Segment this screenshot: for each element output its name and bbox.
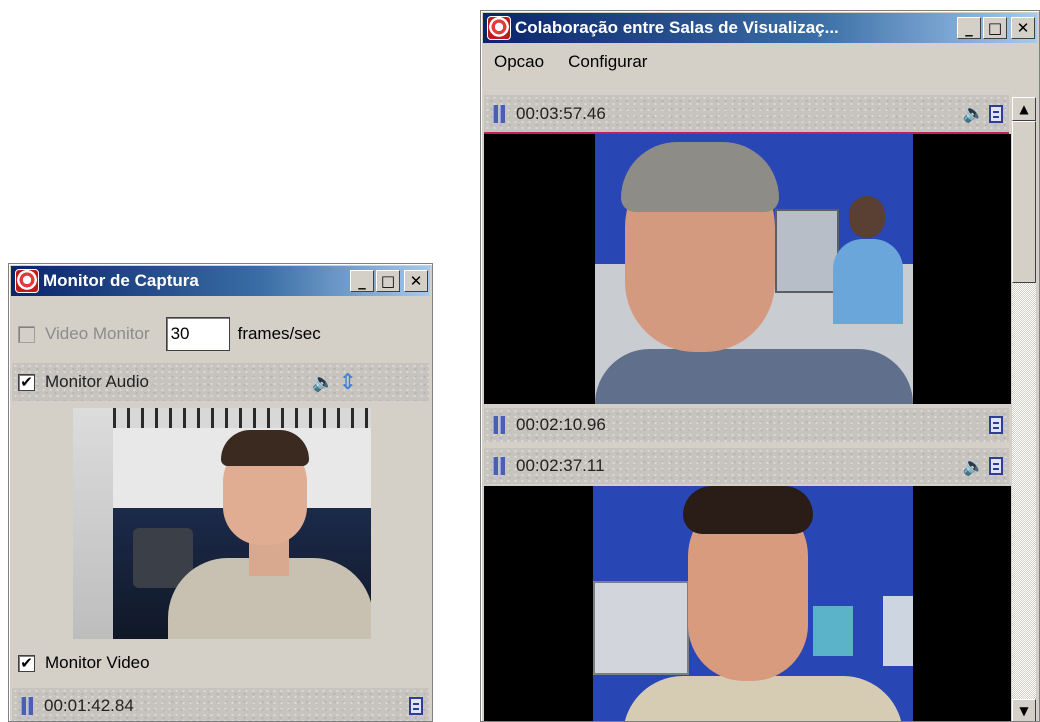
close-button[interactable]: ✕ xyxy=(1011,17,1035,39)
monitor-video-label: Monitor Video xyxy=(45,653,150,672)
stream-time: 00:02:10.96 xyxy=(516,415,606,434)
monitor-video-checkbox[interactable]: ✔ xyxy=(18,654,35,672)
film-icon[interactable] xyxy=(409,696,423,715)
film-icon[interactable] xyxy=(989,104,1003,123)
video-monitor-row: Video Monitor frames/sec xyxy=(12,316,429,352)
speaker-icon[interactable]: 🔉 xyxy=(963,103,985,124)
app-icon xyxy=(15,269,39,293)
time-label: 00:01:42.84 xyxy=(44,695,134,715)
collab-window: Colaboração entre Salas de Visualizaç...… xyxy=(480,10,1040,722)
pause-icon[interactable] xyxy=(492,104,506,123)
monitor-window: Monitor de Captura _ □ ✕ Video Monitor f… xyxy=(8,263,433,722)
scroll-thumb[interactable] xyxy=(1012,121,1036,283)
monitor-time-strip: 00:01:42.84 xyxy=(12,688,429,721)
maximize-button[interactable]: □ xyxy=(983,17,1007,39)
monitor-audio-row: ✔ Monitor Audio 🔉 ⇕ xyxy=(12,363,429,401)
app-icon xyxy=(487,16,511,40)
film-icon[interactable] xyxy=(989,416,1003,434)
collab-titlebar[interactable]: Colaboração entre Salas de Visualizaç...… xyxy=(483,13,1037,43)
window-title: Colaboração entre Salas de Visualizaç... xyxy=(515,18,839,37)
minimize-button[interactable]: _ xyxy=(957,17,981,39)
speaker-icon[interactable]: 🔉 xyxy=(963,456,985,477)
fps-unit-label: frames/sec xyxy=(237,324,321,343)
stream-header: 00:03:57.46 🔉 xyxy=(484,95,1009,134)
pause-icon[interactable] xyxy=(492,457,506,475)
film-icon[interactable] xyxy=(989,457,1003,475)
menu-bar: Opcao Configurar xyxy=(484,45,1036,79)
menu-configurar[interactable]: Configurar xyxy=(568,52,647,72)
pause-icon[interactable] xyxy=(492,416,506,434)
local-video xyxy=(73,408,371,639)
volume-updown-icon[interactable]: ⇕ xyxy=(339,370,357,395)
monitor-titlebar[interactable]: Monitor de Captura _ □ ✕ xyxy=(11,266,430,296)
video-monitor-checkbox[interactable] xyxy=(18,325,35,343)
window-title: Monitor de Captura xyxy=(43,271,199,290)
stream-header: 00:02:37.11 🔉 xyxy=(484,448,1009,484)
scroll-down-button[interactable]: ▼ xyxy=(1012,699,1036,721)
stream-time: 00:03:57.46 xyxy=(516,103,606,123)
minimize-button[interactable]: _ xyxy=(350,270,374,292)
fps-input[interactable] xyxy=(165,317,230,351)
video-monitor-label: Video Monitor xyxy=(45,324,150,343)
pause-icon[interactable] xyxy=(20,696,34,715)
stream-time: 00:02:37.11 xyxy=(516,456,605,475)
monitor-audio-label: Monitor Audio xyxy=(45,372,149,391)
scroll-up-button[interactable]: ▲ xyxy=(1012,97,1036,121)
remote-video xyxy=(484,134,1011,404)
maximize-button[interactable]: □ xyxy=(376,270,400,292)
close-button[interactable]: ✕ xyxy=(404,270,428,292)
menu-opcao[interactable]: Opcao xyxy=(494,52,544,72)
monitor-video-row: ✔ Monitor Video xyxy=(12,646,429,680)
monitor-audio-checkbox[interactable]: ✔ xyxy=(18,373,35,391)
stream-header: 00:02:10.96 xyxy=(484,408,1009,442)
remote-video xyxy=(484,486,1011,721)
speaker-icon[interactable]: 🔉 xyxy=(312,372,334,393)
vertical-scrollbar[interactable]: ▲ ▼ xyxy=(1012,97,1036,721)
